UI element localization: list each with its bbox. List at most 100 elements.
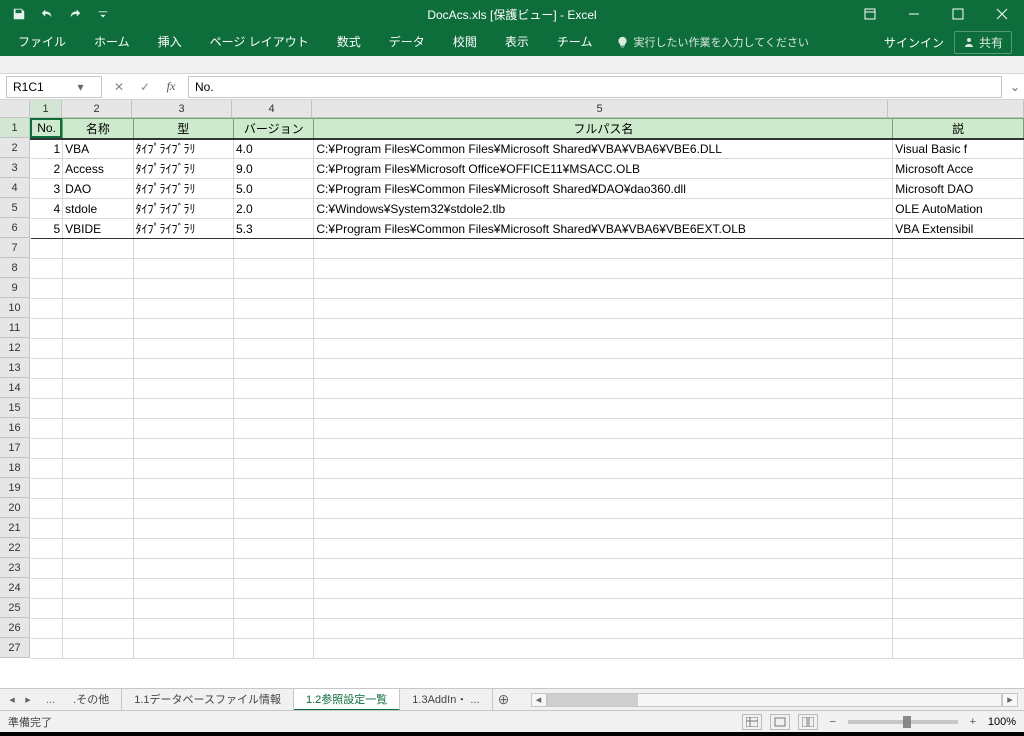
cell[interactable]: C:¥Program Files¥Microsoft Office¥OFFICE…	[314, 159, 893, 179]
cell[interactable]	[133, 499, 234, 519]
row-header[interactable]: 20	[0, 498, 30, 518]
cell[interactable]	[314, 499, 893, 519]
cell[interactable]	[314, 319, 893, 339]
cell[interactable]	[314, 479, 893, 499]
cell[interactable]	[893, 359, 1024, 379]
cell[interactable]	[314, 259, 893, 279]
cell[interactable]	[133, 359, 234, 379]
row-header[interactable]: 17	[0, 438, 30, 458]
cell[interactable]	[63, 319, 133, 339]
cell[interactable]	[133, 579, 234, 599]
sheet-tab[interactable]: 1.2参照設定一覧	[294, 689, 400, 711]
cell-grid[interactable]: No.名称型バージョンフルパス名説1VBAﾀｲﾌﾟﾗｲﾌﾞﾗﾘ4.0C:¥Pro…	[30, 118, 1024, 688]
row-header[interactable]: 11	[0, 318, 30, 338]
row-header[interactable]: 1	[0, 118, 30, 138]
cell[interactable]	[63, 359, 133, 379]
cell[interactable]	[893, 419, 1024, 439]
cancel-formula-icon[interactable]: ✕	[106, 76, 132, 98]
cell[interactable]: 3	[31, 179, 63, 199]
sheet-tabs-overflow-left[interactable]: ...	[40, 694, 61, 706]
cell[interactable]: No.	[31, 119, 63, 139]
cell[interactable]: C:¥Program Files¥Common Files¥Microsoft …	[314, 179, 893, 199]
cell[interactable]: バージョン	[234, 119, 314, 139]
cell[interactable]	[314, 439, 893, 459]
column-header[interactable]: 2	[62, 100, 132, 117]
cell[interactable]	[31, 419, 63, 439]
column-header[interactable]	[888, 100, 1024, 117]
sheet-tab[interactable]: .その他	[61, 689, 122, 711]
zoom-level[interactable]: 100%	[988, 716, 1016, 728]
cell[interactable]: C:¥Program Files¥Common Files¥Microsoft …	[314, 219, 893, 239]
sheet-tab[interactable]: 1.1データベースファイル情報	[122, 689, 294, 711]
cell[interactable]	[893, 499, 1024, 519]
page-break-view-icon[interactable]	[798, 714, 818, 730]
row-header[interactable]: 22	[0, 538, 30, 558]
hscroll-thumb[interactable]	[548, 694, 638, 706]
cell[interactable]	[63, 239, 133, 259]
cell[interactable]	[314, 379, 893, 399]
undo-icon[interactable]	[34, 2, 60, 26]
cell[interactable]	[234, 479, 314, 499]
cell[interactable]: VBIDE	[63, 219, 133, 239]
column-header[interactable]: 1	[30, 100, 62, 117]
row-header[interactable]: 14	[0, 378, 30, 398]
cell[interactable]	[63, 419, 133, 439]
cell[interactable]: 型	[133, 119, 234, 139]
row-header[interactable]: 18	[0, 458, 30, 478]
cell[interactable]	[63, 339, 133, 359]
cell[interactable]	[893, 619, 1024, 639]
cell[interactable]	[31, 559, 63, 579]
cell[interactable]	[893, 339, 1024, 359]
cell[interactable]	[893, 459, 1024, 479]
cell[interactable]	[234, 499, 314, 519]
cell[interactable]	[31, 459, 63, 479]
cell[interactable]	[234, 279, 314, 299]
insert-function-icon[interactable]: fx	[158, 76, 184, 98]
cell[interactable]: ﾀｲﾌﾟﾗｲﾌﾞﾗﾘ	[133, 179, 234, 199]
cell[interactable]: 2.0	[234, 199, 314, 219]
column-header[interactable]: 5	[312, 100, 888, 117]
cell[interactable]	[31, 439, 63, 459]
cell[interactable]	[314, 359, 893, 379]
cell[interactable]	[234, 539, 314, 559]
sheet-tab[interactable]: 1.3AddIn・ ...	[400, 689, 492, 711]
cell[interactable]: DAO	[63, 179, 133, 199]
cell[interactable]	[31, 479, 63, 499]
cell[interactable]	[133, 459, 234, 479]
cell[interactable]	[133, 519, 234, 539]
cell[interactable]	[234, 299, 314, 319]
tab-view[interactable]: 表示	[491, 28, 543, 56]
cell[interactable]: 1	[31, 139, 63, 159]
cell[interactable]	[133, 559, 234, 579]
row-header[interactable]: 23	[0, 558, 30, 578]
cell[interactable]	[314, 279, 893, 299]
tab-file[interactable]: ファイル	[4, 28, 80, 56]
cell[interactable]	[893, 319, 1024, 339]
row-header[interactable]: 4	[0, 178, 30, 198]
cell[interactable]	[893, 599, 1024, 619]
row-header[interactable]: 27	[0, 638, 30, 658]
row-header[interactable]: 24	[0, 578, 30, 598]
hscroll-right-icon[interactable]: ▸	[1002, 693, 1018, 707]
cell[interactable]	[133, 319, 234, 339]
cell[interactable]: 説	[893, 119, 1024, 139]
tab-team[interactable]: チーム	[543, 28, 607, 56]
row-header[interactable]: 2	[0, 138, 30, 158]
cell[interactable]	[893, 399, 1024, 419]
row-header[interactable]: 8	[0, 258, 30, 278]
cell[interactable]: 名称	[63, 119, 133, 139]
cell[interactable]	[133, 339, 234, 359]
cell[interactable]	[31, 279, 63, 299]
name-box-dropdown-icon[interactable]: ▾	[54, 80, 101, 94]
new-sheet-button[interactable]: ⊕	[493, 691, 515, 708]
cell[interactable]: ﾀｲﾌﾟﾗｲﾌﾞﾗﾘ	[133, 219, 234, 239]
cell[interactable]	[133, 239, 234, 259]
zoom-out-button[interactable]: −	[826, 716, 840, 728]
cell[interactable]	[314, 399, 893, 419]
cell[interactable]: 5.0	[234, 179, 314, 199]
cell[interactable]	[234, 439, 314, 459]
cell[interactable]	[234, 319, 314, 339]
cell[interactable]	[133, 599, 234, 619]
cell[interactable]	[133, 419, 234, 439]
cell[interactable]	[234, 459, 314, 479]
